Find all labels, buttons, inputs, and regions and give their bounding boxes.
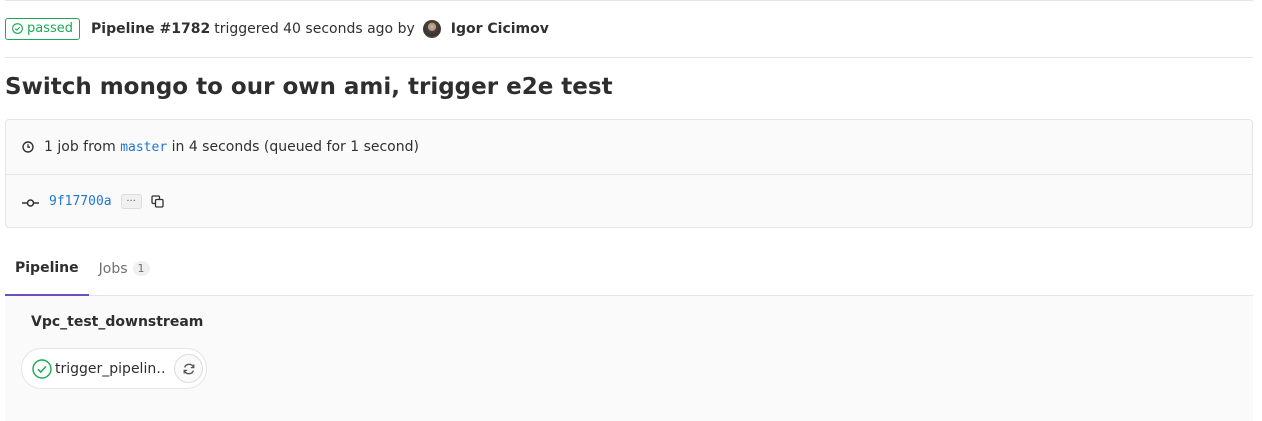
- commit-row: 9f17700a ···: [6, 174, 1252, 228]
- triggered-text: triggered 40 seconds ago by: [214, 20, 415, 37]
- copy-icon[interactable]: [150, 195, 164, 208]
- check-circle-icon: [12, 23, 23, 34]
- jobs-summary-row: 1 job from master in 4 seconds (queued f…: [6, 120, 1252, 174]
- header-text: Pipeline #1782 triggered 40 seconds ago …: [91, 19, 549, 38]
- page-title: Switch mongo to our own ami, trigger e2e…: [5, 74, 613, 100]
- commit-icon: [22, 198, 39, 208]
- tab-jobs-label: Jobs: [98, 260, 128, 277]
- jobs-text-suffix: in 4 seconds (queued for 1 second): [171, 139, 419, 155]
- status-badge[interactable]: passed: [5, 17, 81, 40]
- commit-sha-link[interactable]: 9f17700a: [49, 194, 112, 209]
- pipeline-header: passed Pipeline #1782 triggered 40 secon…: [5, 0, 1253, 58]
- tab-bar: Pipeline Jobs 1: [5, 241, 1253, 296]
- pipeline-graph: Vpc_test_downstream trigger_pipelin…: [5, 296, 1253, 421]
- expand-commit-button[interactable]: ···: [120, 194, 142, 209]
- retry-button[interactable]: [174, 354, 203, 383]
- status-label: passed: [27, 21, 74, 36]
- jobs-text-prefix: 1 job from: [44, 139, 116, 155]
- stage-title: Vpc_test_downstream: [31, 314, 204, 330]
- tab-pipeline[interactable]: Pipeline: [5, 241, 89, 296]
- job-item[interactable]: trigger_pipelin…: [21, 348, 207, 389]
- tab-jobs[interactable]: Jobs 1: [89, 241, 160, 296]
- clock-icon: [22, 141, 34, 153]
- jobs-count-badge: 1: [132, 261, 150, 276]
- avatar[interactable]: [422, 19, 441, 38]
- user-name[interactable]: Igor Cicimov: [451, 21, 549, 37]
- retry-icon: [183, 363, 194, 374]
- tab-pipeline-label: Pipeline: [15, 259, 79, 276]
- pipeline-label: Pipeline #1782: [91, 20, 211, 37]
- branch-link[interactable]: master: [120, 140, 167, 155]
- job-name: trigger_pipelin…: [55, 360, 165, 377]
- pipeline-info-box: 1 job from master in 4 seconds (queued f…: [5, 119, 1253, 228]
- check-circle-icon: [32, 358, 52, 379]
